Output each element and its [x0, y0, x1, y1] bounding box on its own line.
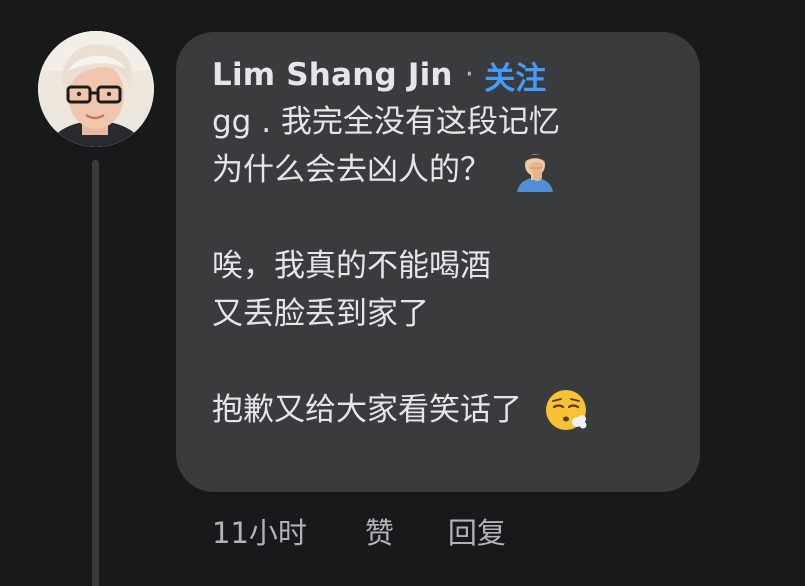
comment-line: 为什么会去凶人的？ — [212, 146, 666, 194]
comment-thread: Lim Shang Jin · 关注 gg . 我完全没有这段记忆 为什么会去凶… — [0, 0, 805, 586]
comment-line-text: 为什么会去凶人的？ — [212, 152, 491, 188]
thread-connector-line — [92, 160, 99, 586]
comment-actions: 11小时 赞 回复 — [212, 508, 506, 554]
comment-blank-line — [212, 194, 666, 242]
comment-header: Lim Shang Jin · 关注 — [212, 53, 666, 98]
comment-text: gg . 我完全没有这段记忆 为什么会去凶人的？ 唉，我真的不能喝酒 又丢脸丢到… — [212, 98, 666, 434]
comment-line: 抱歉又给大家看笑话了 — [212, 386, 666, 434]
avatar[interactable] — [38, 31, 154, 147]
comment-line-text: 唉，我真的不能喝酒 — [212, 248, 491, 284]
author-name[interactable]: Lim Shang Jin — [212, 57, 453, 93]
comment-line-text: 又丢脸丢到家了 — [212, 296, 429, 332]
follow-button[interactable]: 关注 — [484, 53, 546, 98]
timestamp[interactable]: 11小时 — [212, 510, 307, 552]
separator-dot: · — [464, 57, 475, 92]
comment-line: gg . 我完全没有这段记忆 — [212, 98, 666, 146]
face-exhaling-icon — [546, 390, 587, 430]
comment-blank-line — [212, 338, 666, 386]
comment-line: 唉，我真的不能喝酒 — [212, 242, 666, 290]
like-button[interactable]: 赞 — [365, 510, 394, 552]
man-facepalming-icon — [517, 154, 553, 192]
comment-line-text: gg . 我完全没有这段记忆 — [212, 104, 560, 140]
avatar-photo — [38, 31, 154, 147]
reply-button[interactable]: 回复 — [448, 510, 506, 552]
comment-line-text: 抱歉又给大家看笑话了 — [212, 392, 522, 428]
comment-line: 又丢脸丢到家了 — [212, 290, 666, 338]
comment-bubble: Lim Shang Jin · 关注 gg . 我完全没有这段记忆 为什么会去凶… — [176, 32, 700, 492]
